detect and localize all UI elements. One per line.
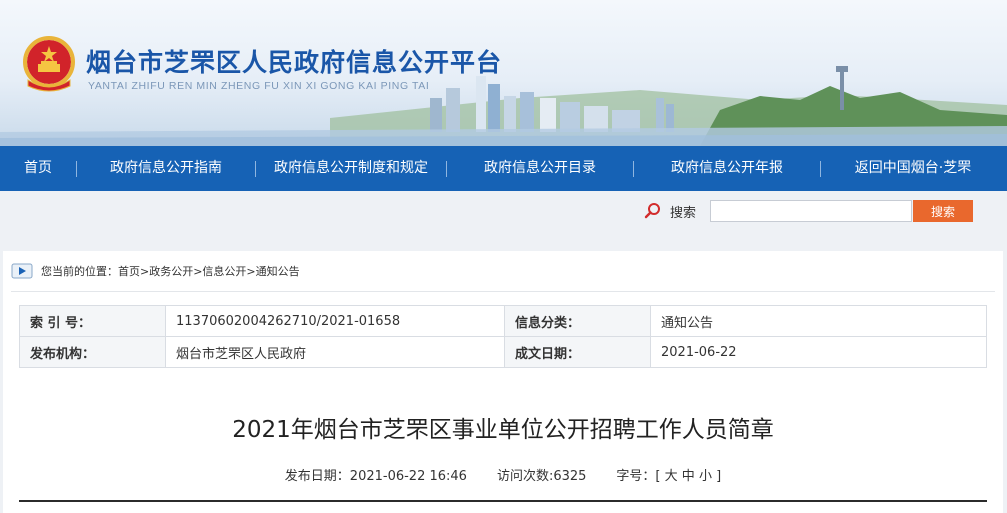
- nav-item-rules[interactable]: 政府信息公开制度和规定: [256, 146, 446, 191]
- visit-count: 访问次数:6325: [496, 469, 587, 484]
- location-arrow-icon: [11, 263, 33, 279]
- search-input[interactable]: [710, 200, 912, 222]
- nav-item-guide[interactable]: 政府信息公开指南: [77, 146, 255, 191]
- content-panel: 您当前的位置：首页>政务公开>信息公开>通知公告 索 引 号： 11370602…: [3, 251, 1003, 513]
- category-value: 通知公告: [650, 305, 987, 337]
- breadcrumb: 您当前的位置：首页>政务公开>信息公开>通知公告: [11, 263, 300, 279]
- national-emblem-icon: [23, 36, 75, 92]
- font-size-close: ]: [716, 469, 722, 484]
- article-title: 2021年烟台市芝罘区事业单位公开招聘工作人员简章: [232, 417, 774, 443]
- main-nav: 首页 政府信息公开指南 政府信息公开制度和规定 政府信息公开目录 政府信息公开年…: [0, 146, 1007, 191]
- publish-date: 发布日期：2021-06-22 16:46: [284, 469, 467, 484]
- written-date-value: 2021-06-22: [650, 336, 987, 368]
- search-label: 搜索: [670, 206, 697, 221]
- site-pinyin-subtitle: YANTAI ZHIFU REN MIN ZHENG FU XIN XI GON…: [88, 80, 430, 92]
- font-size-small-link[interactable]: 小: [699, 469, 712, 484]
- breadcrumb-text: 您当前的位置：首页>政务公开>信息公开>通知公告: [41, 265, 300, 278]
- publisher-value: 烟台市芝罘区人民政府: [165, 336, 505, 368]
- document-metadata-table: 索 引 号： 11370602004262710/2021-01658 信息分类…: [19, 305, 987, 368]
- table-row: 索 引 号： 11370602004262710/2021-01658 信息分类…: [19, 305, 987, 337]
- search-button[interactable]: 搜索: [913, 200, 973, 222]
- nav-item-return-home[interactable]: 返回中国烟台·芝罘: [821, 146, 1005, 191]
- font-size-large-link[interactable]: 大: [665, 469, 678, 484]
- search-bar: 搜索 搜索: [0, 191, 1007, 231]
- table-row: 发布机构： 烟台市芝罘区人民政府 成文日期： 2021-06-22: [19, 336, 987, 368]
- search-icon: [644, 203, 660, 219]
- font-size-controls: 字号：[ 大 中 小 ]: [616, 465, 721, 484]
- breadcrumb-divider: [11, 291, 995, 292]
- site-title: 烟台市芝罘区人民政府信息公开平台: [86, 48, 503, 77]
- font-size-label: 字号：[: [616, 469, 661, 484]
- page: 烟台市芝罘区人民政府信息公开平台 YANTAI ZHIFU REN MIN ZH…: [0, 0, 1007, 513]
- category-label: 信息分类：: [504, 305, 651, 337]
- written-date-label: 成文日期：: [504, 336, 651, 368]
- font-size-medium-link[interactable]: 中: [682, 469, 695, 484]
- title-divider: [19, 500, 987, 502]
- article-meta: 发布日期：2021-06-22 16:46 访问次数:6325 字号：[ 大 中…: [3, 465, 1003, 484]
- index-number-label: 索 引 号：: [19, 305, 166, 337]
- header-banner: 烟台市芝罘区人民政府信息公开平台 YANTAI ZHIFU REN MIN ZH…: [0, 0, 1007, 146]
- nav-item-catalog[interactable]: 政府信息公开目录: [447, 146, 633, 191]
- publisher-label: 发布机构：: [19, 336, 166, 368]
- index-number-value: 11370602004262710/2021-01658: [165, 305, 505, 337]
- nav-item-annual-report[interactable]: 政府信息公开年报: [634, 146, 820, 191]
- nav-item-home[interactable]: 首页: [0, 146, 76, 191]
